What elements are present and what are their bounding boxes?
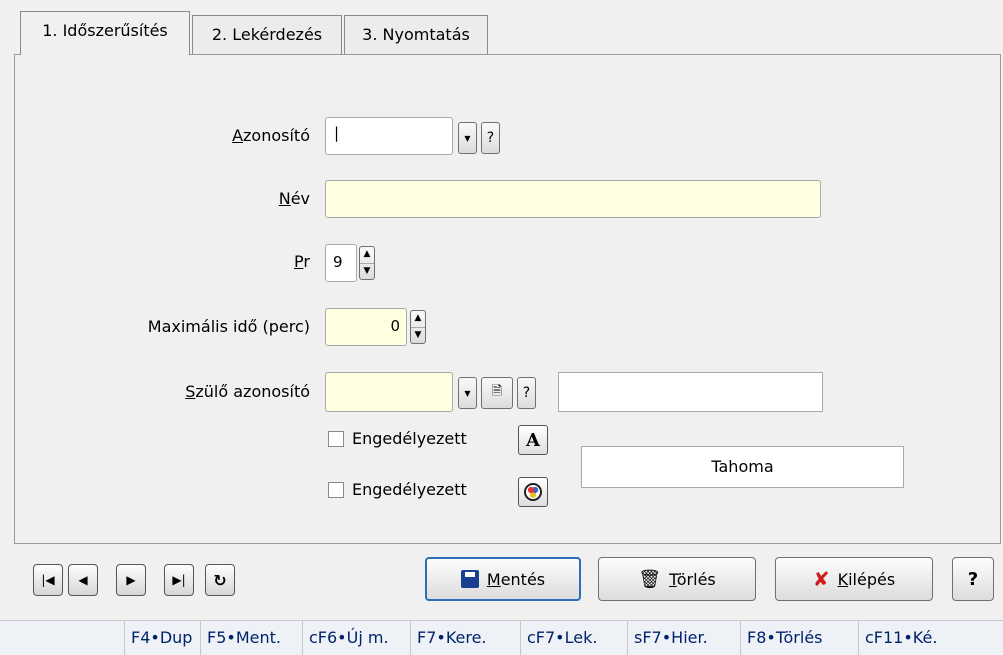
color-button[interactable]: [518, 477, 548, 507]
last-icon: ▶|: [172, 573, 186, 587]
engedelyezett-label-1: Engedélyezett: [352, 429, 467, 448]
previous-icon: ◀: [78, 573, 88, 587]
szulo-document-button[interactable]: 🗎: [481, 377, 513, 409]
arrow-down-icon: ▼: [414, 330, 422, 340]
tab-idoszerusites[interactable]: 1. Időszerűsítés: [20, 11, 190, 55]
max-ido-input[interactable]: 0: [325, 308, 407, 346]
szulo-input[interactable]: [325, 372, 453, 412]
azonosito-help-button[interactable]: ?: [481, 122, 500, 154]
szulo-name-field: [558, 372, 823, 412]
font-button[interactable]: A: [518, 425, 548, 455]
azonosito-label: Azonosító: [232, 126, 310, 145]
tab-nyomtatas[interactable]: 3. Nyomtatás: [344, 15, 488, 55]
status-f5-ment[interactable]: F5•Ment.: [200, 621, 281, 655]
status-sf7-hier[interactable]: sF7•Hier.: [627, 621, 708, 655]
refresh-icon: ↻: [213, 570, 227, 590]
document-icon: 🗎: [491, 384, 503, 399]
arrow-up-icon: ▲: [360, 247, 374, 264]
previous-record-button[interactable]: ◀: [68, 564, 98, 596]
floppy-disk-icon: [460, 570, 479, 588]
status-cf7-lek[interactable]: cF7•Lek.: [520, 621, 597, 655]
engedelyezett-checkbox-1[interactable]: [328, 431, 344, 447]
first-record-button[interactable]: |◀: [33, 564, 63, 596]
pr-input[interactable]: 9: [325, 244, 357, 282]
chevron-down-icon: ▼: [464, 133, 471, 143]
engedelyezett-label-2: Engedélyezett: [352, 480, 467, 499]
nev-input[interactable]: [325, 180, 821, 218]
next-record-button[interactable]: ▶: [116, 564, 146, 596]
save-button[interactable]: Mentés: [425, 557, 581, 601]
max-ido-label: Maximális idő (perc): [147, 317, 310, 336]
status-bar: F4•Dup F5•Ment. cF6•Új m. F7•Kere. cF7•L…: [0, 620, 1003, 655]
max-ido-spinner[interactable]: ▲ ▼: [410, 310, 426, 344]
exit-button[interactable]: ✘ Kilépés: [775, 557, 933, 601]
exit-label: Kilépés: [837, 569, 896, 589]
delete-button[interactable]: 🗑 Törlés: [598, 557, 756, 601]
arrow-down-icon: ▼: [363, 266, 371, 276]
azonosito-input[interactable]: |: [325, 117, 453, 155]
next-icon: ▶: [126, 573, 136, 587]
nev-label: Név: [278, 189, 310, 208]
close-icon: ✘: [812, 567, 830, 591]
help-button[interactable]: ?: [952, 557, 994, 601]
chevron-down-icon: ▼: [464, 388, 471, 398]
status-f4-dup[interactable]: F4•Dup: [124, 621, 192, 655]
pr-label: Pr: [294, 252, 310, 271]
first-icon: |◀: [41, 573, 55, 587]
pr-spinner[interactable]: ▲ ▼: [359, 246, 375, 280]
status-f7-kere[interactable]: F7•Kere.: [410, 621, 487, 655]
szulo-help-button[interactable]: ?: [517, 377, 536, 409]
save-label: Mentés: [486, 569, 546, 589]
delete-label: Törlés: [669, 569, 716, 589]
status-cf6-uj[interactable]: cF6•Új m.: [302, 621, 389, 655]
status-cf11-ke[interactable]: cF11•Ké.: [858, 621, 937, 655]
font-icon: A: [526, 429, 540, 451]
azonosito-dropdown-button[interactable]: ▼: [458, 122, 477, 154]
tab-lekerdezes[interactable]: 2. Lekérdezés: [192, 15, 342, 55]
szulo-dropdown-button[interactable]: ▼: [458, 377, 477, 409]
szulo-label: Szülő azonosító: [185, 382, 310, 401]
refresh-button[interactable]: ↻: [205, 564, 235, 596]
last-record-button[interactable]: ▶|: [164, 564, 194, 596]
status-f8-torles[interactable]: F8•Törlés: [740, 621, 823, 655]
arrow-up-icon: ▲: [411, 311, 425, 328]
color-palette-icon: [524, 483, 542, 501]
font-preview-box: Tahoma: [581, 446, 904, 488]
engedelyezett-checkbox-2[interactable]: [328, 482, 344, 498]
trash-icon: 🗑: [638, 568, 662, 590]
